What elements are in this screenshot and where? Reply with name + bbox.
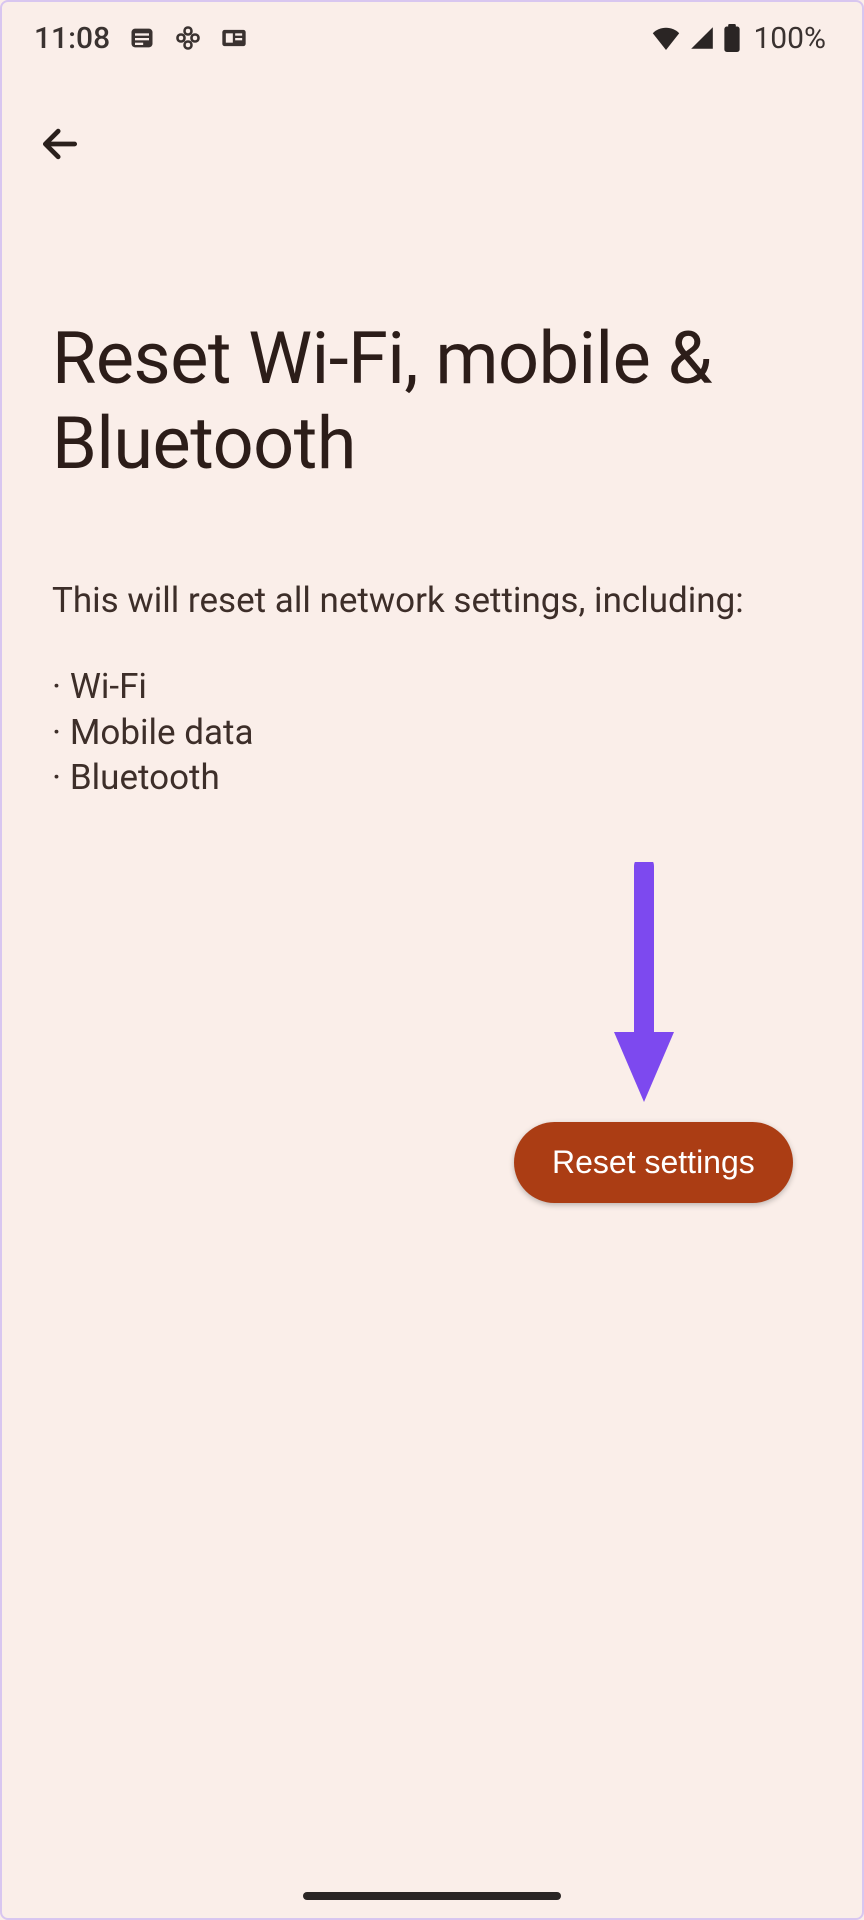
list-item: Mobile data [52, 710, 812, 756]
wifi-icon [651, 26, 681, 50]
back-button[interactable] [30, 114, 90, 177]
gesture-nav-bar[interactable] [303, 1892, 561, 1900]
list-item: Bluetooth [52, 755, 812, 801]
reset-settings-button[interactable]: Reset settings [514, 1122, 793, 1203]
battery-icon [723, 24, 741, 52]
status-left: 11:08 [34, 21, 248, 56]
status-right: 100% [651, 21, 826, 56]
description-text: This will reset all network settings, in… [52, 577, 812, 624]
toolbar [2, 74, 862, 177]
list-item: Wi-Fi [52, 664, 812, 710]
status-time: 11:08 [34, 21, 110, 56]
messages-icon [128, 24, 156, 52]
annotation-arrow-icon [604, 862, 684, 1116]
photos-icon [174, 24, 202, 52]
status-bar: 11:08 100% [2, 2, 862, 74]
content: Reset Wi-Fi, mobile & Bluetooth This wil… [2, 317, 862, 801]
page-title: Reset Wi-Fi, mobile & Bluetooth [52, 317, 812, 487]
battery-percent: 100% [753, 21, 826, 56]
arrow-back-icon [38, 122, 82, 169]
cellular-icon [689, 26, 715, 50]
news-icon [220, 24, 248, 52]
bullet-list: Wi-Fi Mobile data Bluetooth [52, 664, 812, 801]
